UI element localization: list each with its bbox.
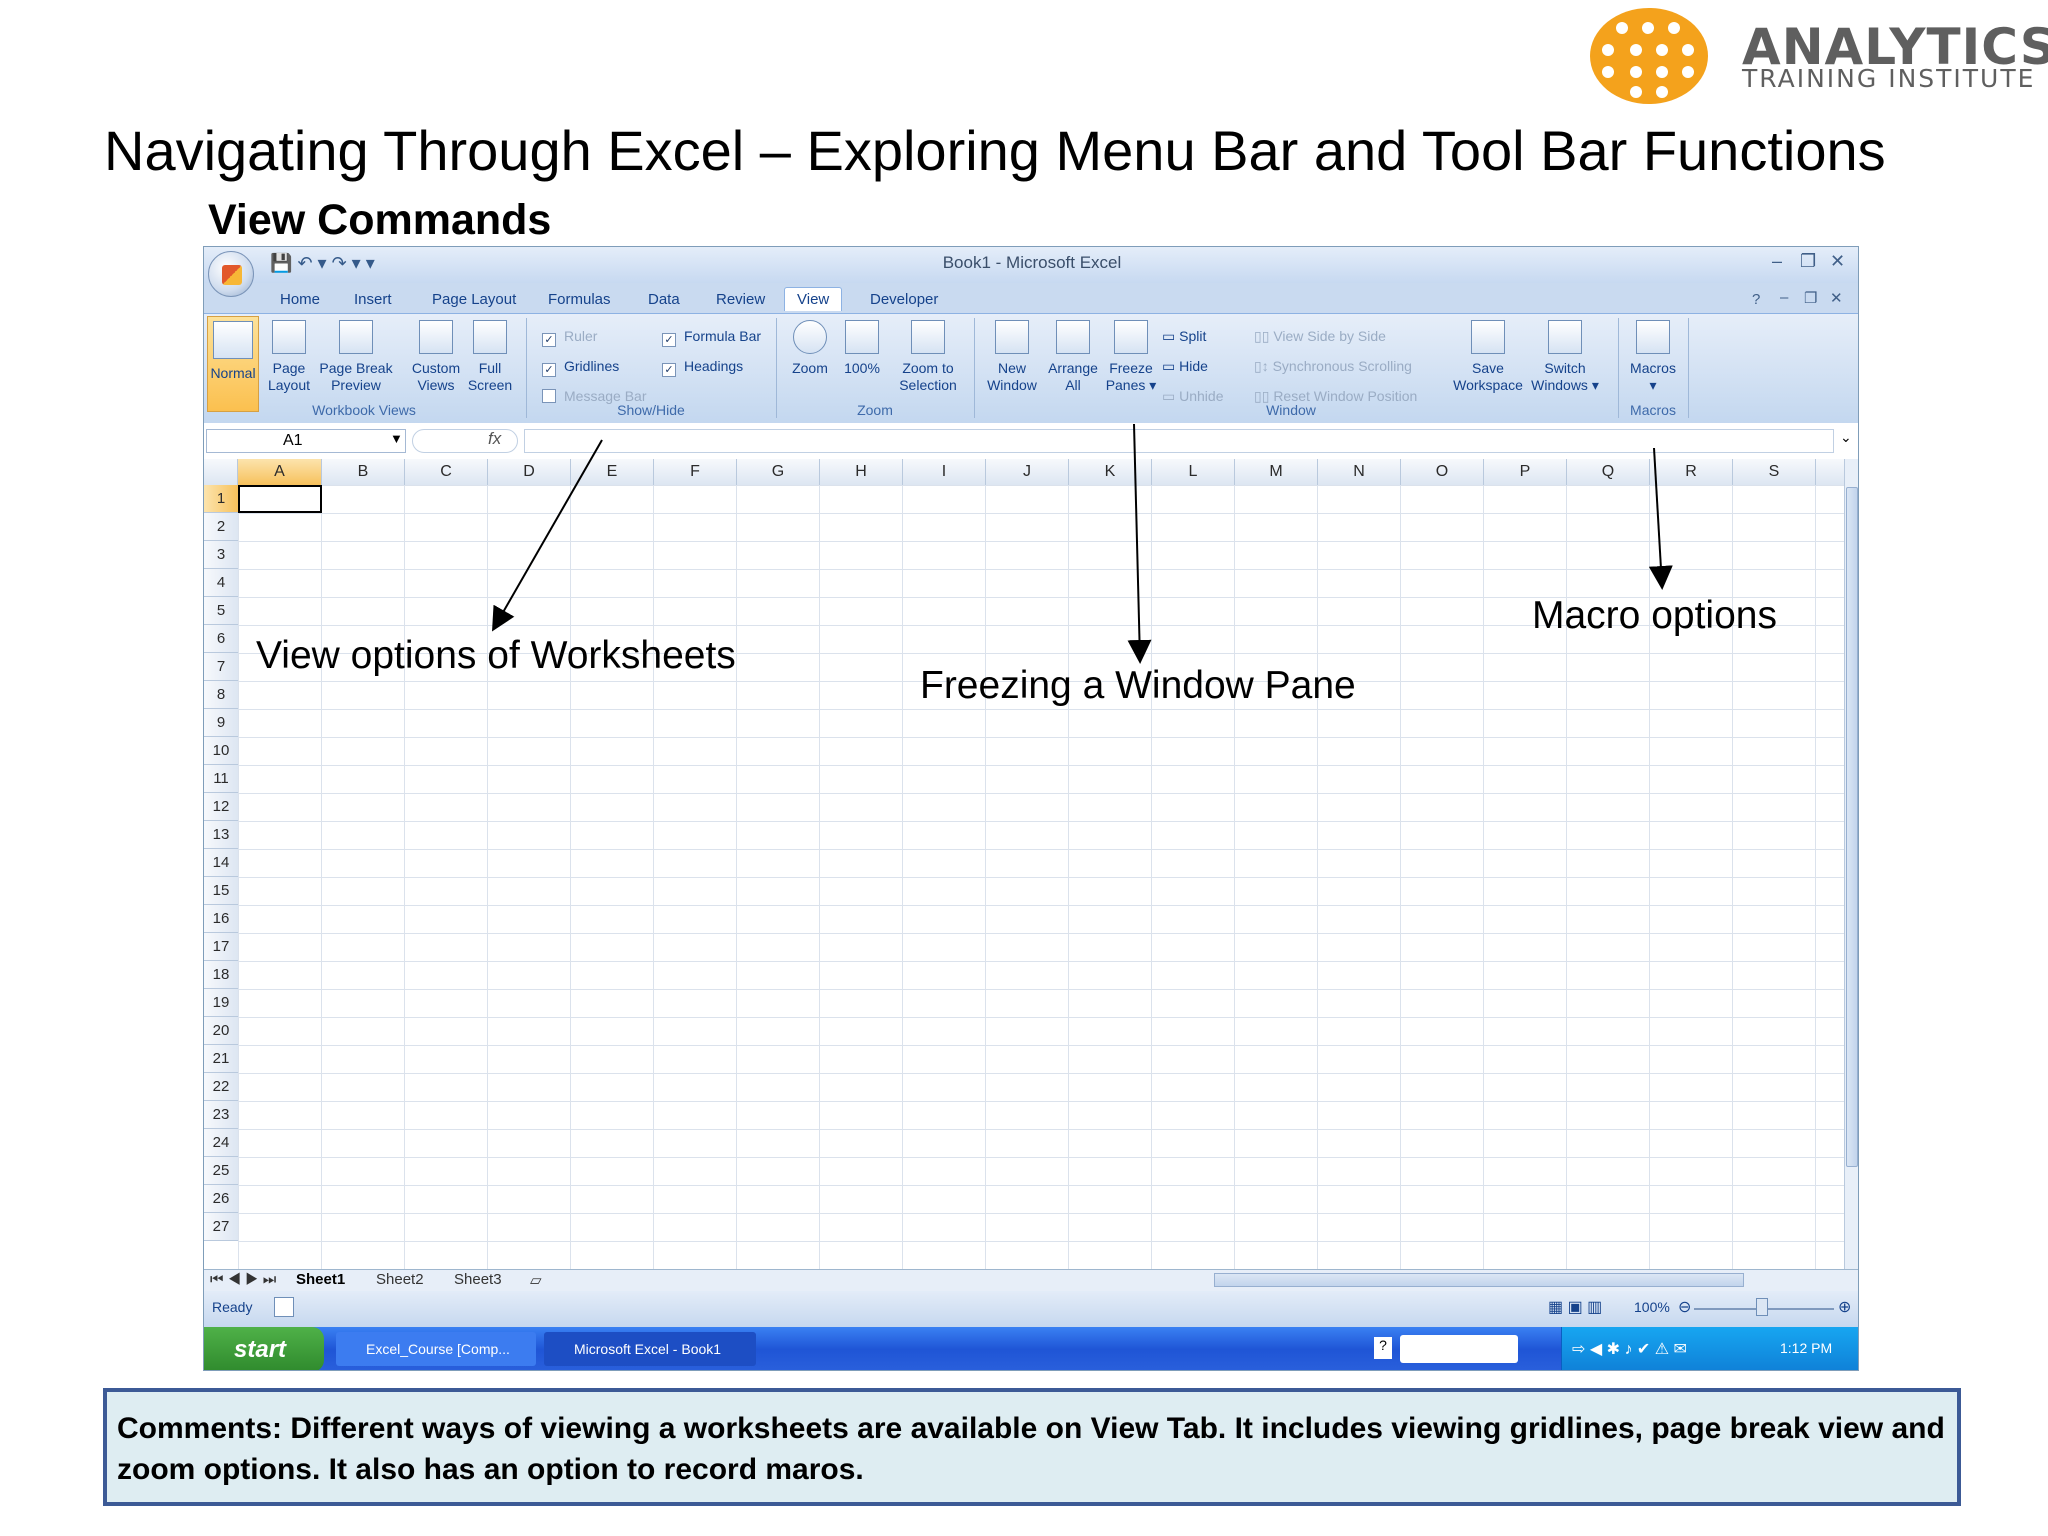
arrow-macro — [1648, 447, 1673, 590]
comments-text: Comments: Different ways of viewing a wo… — [117, 1412, 1945, 1486]
annotation-macro: Macro options — [1532, 594, 1777, 637]
annotation-view-options: View options of Worksheets — [256, 634, 736, 677]
arrow-view-options — [492, 439, 603, 632]
annotation-freezing: Freezing a Window Pane — [920, 664, 1356, 707]
annotation-arrows — [492, 423, 1673, 664]
comments-box: Comments: Different ways of viewing a wo… — [103, 1388, 1961, 1506]
arrow-freezing — [1127, 423, 1152, 664]
